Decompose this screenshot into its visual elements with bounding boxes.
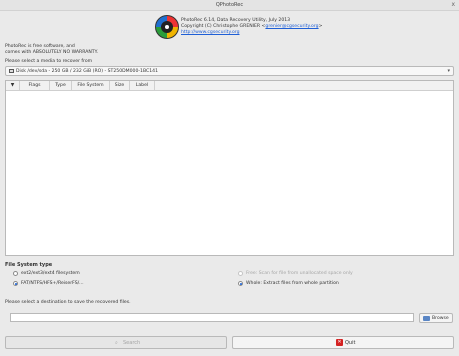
column-flags[interactable]: Flags [20, 81, 50, 90]
disk-icon [9, 69, 14, 73]
dropdown-arrow-icon[interactable]: ▾ [447, 68, 450, 74]
media-label: Please select a media to recover from [5, 59, 93, 64]
column-label[interactable]: Label [130, 81, 155, 90]
radio-ext-filesystem[interactable] [13, 271, 18, 276]
radio-ext-label: ext2/ext3/ext4 filesystem [21, 271, 80, 276]
search-icon: ⌕ [115, 340, 118, 346]
filesystem-type-title: File System type [5, 262, 53, 268]
column-filesystem[interactable]: File System [72, 81, 110, 90]
column-type[interactable]: Type [50, 81, 72, 90]
license-text: PhotoRec is free software, and comes wit… [5, 44, 98, 55]
disk-select-value: Disk /dev/sda - 250 GB / 232 GiB (RO) - … [16, 69, 159, 74]
title-bar: QPhotoRec x [0, 0, 459, 11]
quit-button[interactable]: ✕ Quit [232, 336, 454, 349]
destination-label: Please select a destination to save the … [5, 300, 131, 305]
website-link[interactable]: http://www.cgsecurity.org [181, 30, 322, 36]
window-title: QPhotoRec [215, 2, 244, 8]
browse-label: Browse [432, 316, 449, 321]
close-icon[interactable]: x [451, 1, 455, 8]
search-label: Search [123, 340, 141, 346]
radio-free-space[interactable] [238, 271, 243, 276]
radio-whole-label: Whole: Extract files from whole partitio… [246, 281, 339, 286]
radio-whole-partition[interactable] [238, 281, 243, 286]
folder-icon [423, 316, 430, 321]
quit-label: Quit [345, 340, 356, 346]
photorec-logo [155, 15, 179, 39]
radio-free-label: Free: Scan for file from unallocated spa… [246, 271, 353, 276]
disk-select[interactable]: Disk /dev/sda - 250 GB / 232 GiB (RO) - … [5, 66, 454, 76]
browse-button[interactable]: Browse [419, 313, 453, 323]
quit-icon: ✕ [336, 339, 343, 346]
about-info: PhotoRec 6.14, Data Recovery Utility, Ju… [181, 18, 322, 36]
radio-fat-label: FAT/NTFS/HFS+/ReiserFS/... [21, 281, 84, 286]
column-size[interactable]: Size [110, 81, 130, 90]
sort-arrow-icon[interactable]: ▼ [6, 81, 20, 90]
radio-fat-ntfs[interactable] [13, 281, 18, 286]
search-button[interactable]: ⌕ Search [5, 336, 227, 349]
partition-table[interactable]: ▼ Flags Type File System Size Label [5, 80, 454, 256]
email-link[interactable]: grenier@cgsecurity.org [265, 24, 318, 29]
table-header: ▼ Flags Type File System Size Label [6, 81, 453, 91]
destination-input[interactable] [10, 313, 414, 322]
